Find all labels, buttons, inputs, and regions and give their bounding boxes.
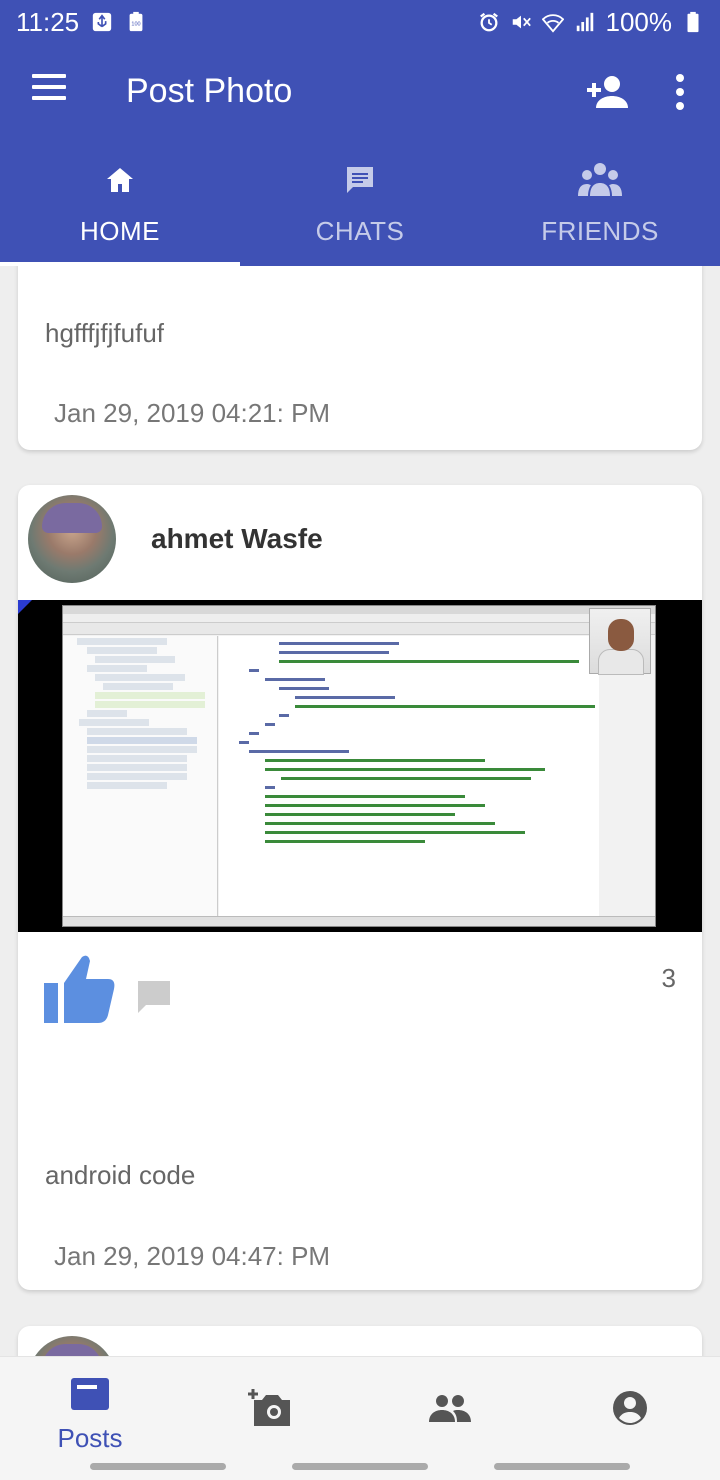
thumb-up-icon[interactable] — [42, 953, 116, 1025]
post-feed[interactable]: hgfffjfjfufuf Jan 29, 2019 04:21: PM ahm… — [0, 266, 720, 1356]
post-card — [18, 1326, 702, 1356]
ide-photo-overlay — [589, 608, 651, 675]
status-time: 11:25 — [16, 6, 80, 37]
add-person-icon[interactable] — [584, 70, 632, 114]
people-icon — [429, 1395, 471, 1422]
nav-posts-label: Posts — [57, 1423, 123, 1453]
tab-home-label: HOME — [80, 216, 160, 246]
like-count: 3 — [661, 963, 676, 993]
nav-account[interactable] — [540, 1357, 720, 1454]
post-text: hgfffjfjfufuf — [45, 318, 165, 348]
menu-icon[interactable] — [30, 74, 70, 110]
post-date: Jan 29, 2019 04:21: PM — [54, 398, 331, 428]
tab-home[interactable]: HOME — [0, 140, 240, 266]
gesture-handle — [90, 1463, 226, 1470]
post-username[interactable]: ahmet Wasfe — [151, 523, 323, 555]
nav-posts[interactable]: Posts — [0, 1357, 180, 1454]
battery-saver-icon: 100 — [129, 11, 143, 32]
alarm-icon — [479, 12, 498, 32]
mute-icon — [512, 15, 531, 29]
home-icon — [107, 168, 133, 192]
usb-icon — [92, 12, 112, 32]
tab-chats[interactable]: CHATS — [240, 140, 480, 266]
nav-people[interactable] — [360, 1357, 540, 1454]
status-bar: 11:25 100 100% — [0, 0, 720, 44]
group-icon — [578, 163, 622, 196]
gesture-handle — [494, 1463, 630, 1470]
tab-bar: HOME CHATS FRIENDS — [0, 140, 720, 266]
tab-friends[interactable]: FRIENDS — [480, 140, 720, 266]
bottom-nav: Posts — [0, 1356, 720, 1454]
post-image[interactable] — [18, 600, 702, 932]
post-card: ahmet Wasfe 3 android code Jan 29, 2019 … — [18, 485, 702, 1290]
nav-add-photo[interactable] — [180, 1357, 360, 1454]
gesture-bar — [0, 1454, 720, 1480]
post-text: android code — [45, 1160, 196, 1190]
posts-icon — [71, 1378, 109, 1410]
account-icon — [613, 1391, 647, 1425]
ide-screenshot — [62, 605, 656, 927]
corner-marker-icon — [18, 600, 32, 614]
svg-text:100: 100 — [132, 22, 141, 28]
post-card: hgfffjfjfufuf Jan 29, 2019 04:21: PM — [18, 266, 702, 450]
post-date: Jan 29, 2019 04:47: PM — [54, 1241, 331, 1271]
comment-icon[interactable] — [136, 979, 172, 1015]
app-bar: Post Photo — [0, 44, 720, 140]
wifi-icon — [541, 14, 564, 33]
tab-chats-label: CHATS — [315, 216, 405, 246]
avatar[interactable] — [28, 495, 116, 583]
more-vert-icon[interactable] — [668, 72, 692, 112]
gesture-handle — [292, 1463, 428, 1470]
tab-friends-label: FRIENDS — [541, 216, 659, 246]
chat-icon — [347, 167, 373, 193]
app-title: Post Photo — [126, 72, 293, 110]
add-photo-icon — [248, 1389, 290, 1426]
avatar[interactable] — [28, 1336, 116, 1356]
battery-icon — [687, 11, 699, 33]
battery-percent: 100% — [605, 6, 673, 37]
signal-icon — [576, 12, 593, 32]
